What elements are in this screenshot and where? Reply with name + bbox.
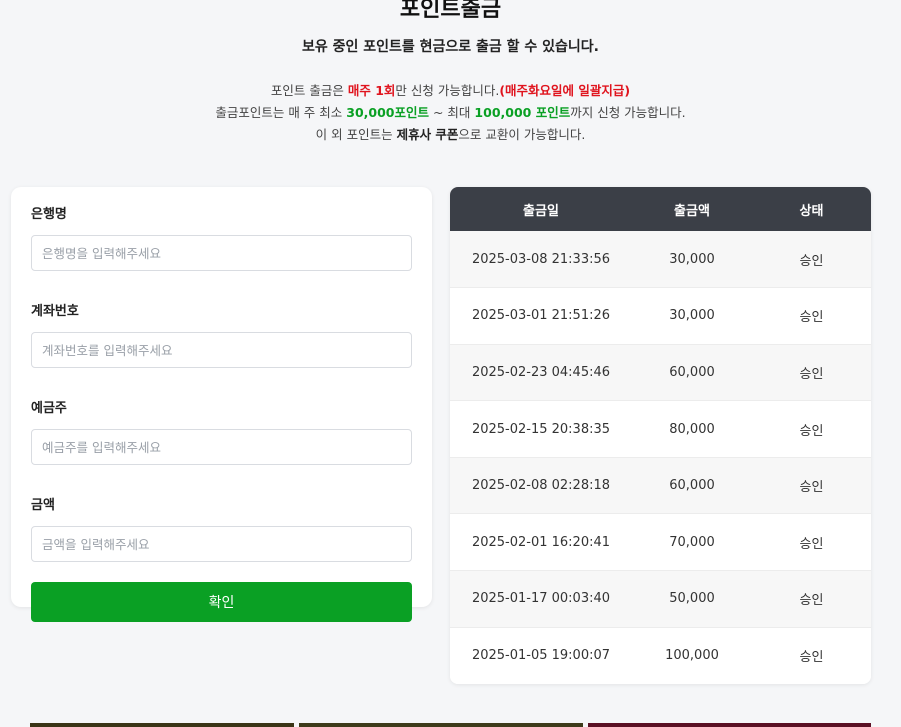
row-date: 2025-02-15 20:38:35: [471, 421, 611, 437]
bottom-banner-strip: [588, 723, 871, 727]
withdraw-history-table: 출금일 출금액 상태 2025-03-08 21:33:56 30,000 승인…: [450, 187, 871, 684]
row-status: 승인: [799, 366, 824, 382]
notice-line-3: 이 외 포인트는 제휴사 쿠폰으로 교환이 가능합니다.: [315, 127, 586, 142]
table-row: 2025-02-15 20:38:35 80,000 승인: [450, 400, 871, 458]
row-date: 2025-01-05 19:00:07: [471, 648, 611, 664]
row-status: 승인: [799, 650, 824, 666]
table-row: 2025-03-01 21:51:26 30,000 승인: [450, 287, 871, 345]
row-amount: 60,000: [669, 478, 715, 494]
row-amount: 80,000: [669, 421, 715, 437]
row-date: 2025-01-17 00:03:40: [471, 591, 611, 607]
page-subtitle: 보유 중인 포인트를 현금으로 출금 할 수 있습니다.: [301, 39, 600, 55]
row-status: 승인: [799, 253, 824, 269]
table-row: 2025-03-08 21:33:56 30,000 승인: [450, 231, 871, 288]
amount-input[interactable]: [31, 526, 412, 562]
row-date: 2025-02-01 16:20:41: [471, 534, 611, 550]
row-status: 승인: [799, 536, 824, 552]
column-header-status: 상태: [799, 203, 824, 219]
row-status: 승인: [799, 480, 824, 496]
notice-line-2: 출금포인트는 매 주 최소 30,000포인트 ~ 최대 100,000 포인트…: [215, 105, 686, 120]
table-row: 2025-02-23 04:45:46 60,000 승인: [450, 344, 871, 401]
bottom-banner-strip: [299, 723, 583, 727]
row-status: 승인: [799, 310, 824, 326]
row-amount: 30,000: [669, 251, 715, 267]
row-amount: 30,000: [669, 308, 715, 324]
row-status: 승인: [799, 423, 824, 439]
table-row: 2025-01-17 00:03:40 50,000 승인: [450, 570, 871, 628]
column-header-amount: 출금액: [674, 203, 710, 219]
row-date: 2025-03-08 21:33:56: [471, 251, 611, 267]
column-header-date: 출금일: [523, 203, 559, 219]
account-holder-input[interactable]: [31, 429, 412, 465]
amount-label: 금액: [31, 498, 55, 513]
table-row: 2025-02-08 02:28:18 60,000 승인: [450, 457, 871, 514]
row-amount: 50,000: [669, 591, 715, 607]
account-number-label: 계좌번호: [31, 304, 79, 319]
account-holder-label: 예금주: [31, 401, 67, 416]
row-amount: 60,000: [669, 364, 715, 380]
table-header-row: 출금일 출금액 상태: [450, 187, 871, 231]
bottom-banner-strip: [30, 723, 294, 727]
account-number-input[interactable]: [31, 332, 412, 368]
bank-name-label: 은행명: [31, 207, 67, 222]
row-date: 2025-02-08 02:28:18: [471, 478, 611, 494]
row-date: 2025-02-23 04:45:46: [471, 364, 611, 380]
row-amount: 70,000: [669, 534, 715, 550]
bank-name-input[interactable]: [31, 235, 412, 271]
notice-line-1: 포인트 출금은 매주 1회만 신청 가능합니다.(매주화요일에 일괄지급): [270, 83, 631, 98]
confirm-button[interactable]: 확인: [31, 582, 412, 622]
withdraw-form: 은행명 계좌번호 예금주 금액 확인: [11, 187, 432, 622]
table-row: 2025-01-05 19:00:07 100,000 승인: [450, 627, 871, 684]
notice-block: 포인트 출금은 매주 1회만 신청 가능합니다.(매주화요일에 일괄지급) 출금…: [0, 80, 901, 146]
row-status: 승인: [799, 593, 824, 609]
row-date: 2025-03-01 21:51:26: [471, 308, 611, 324]
page-title: 포인트출금: [399, 0, 502, 22]
table-row: 2025-02-01 16:20:41 70,000 승인: [450, 513, 871, 571]
row-amount: 100,000: [665, 648, 719, 664]
